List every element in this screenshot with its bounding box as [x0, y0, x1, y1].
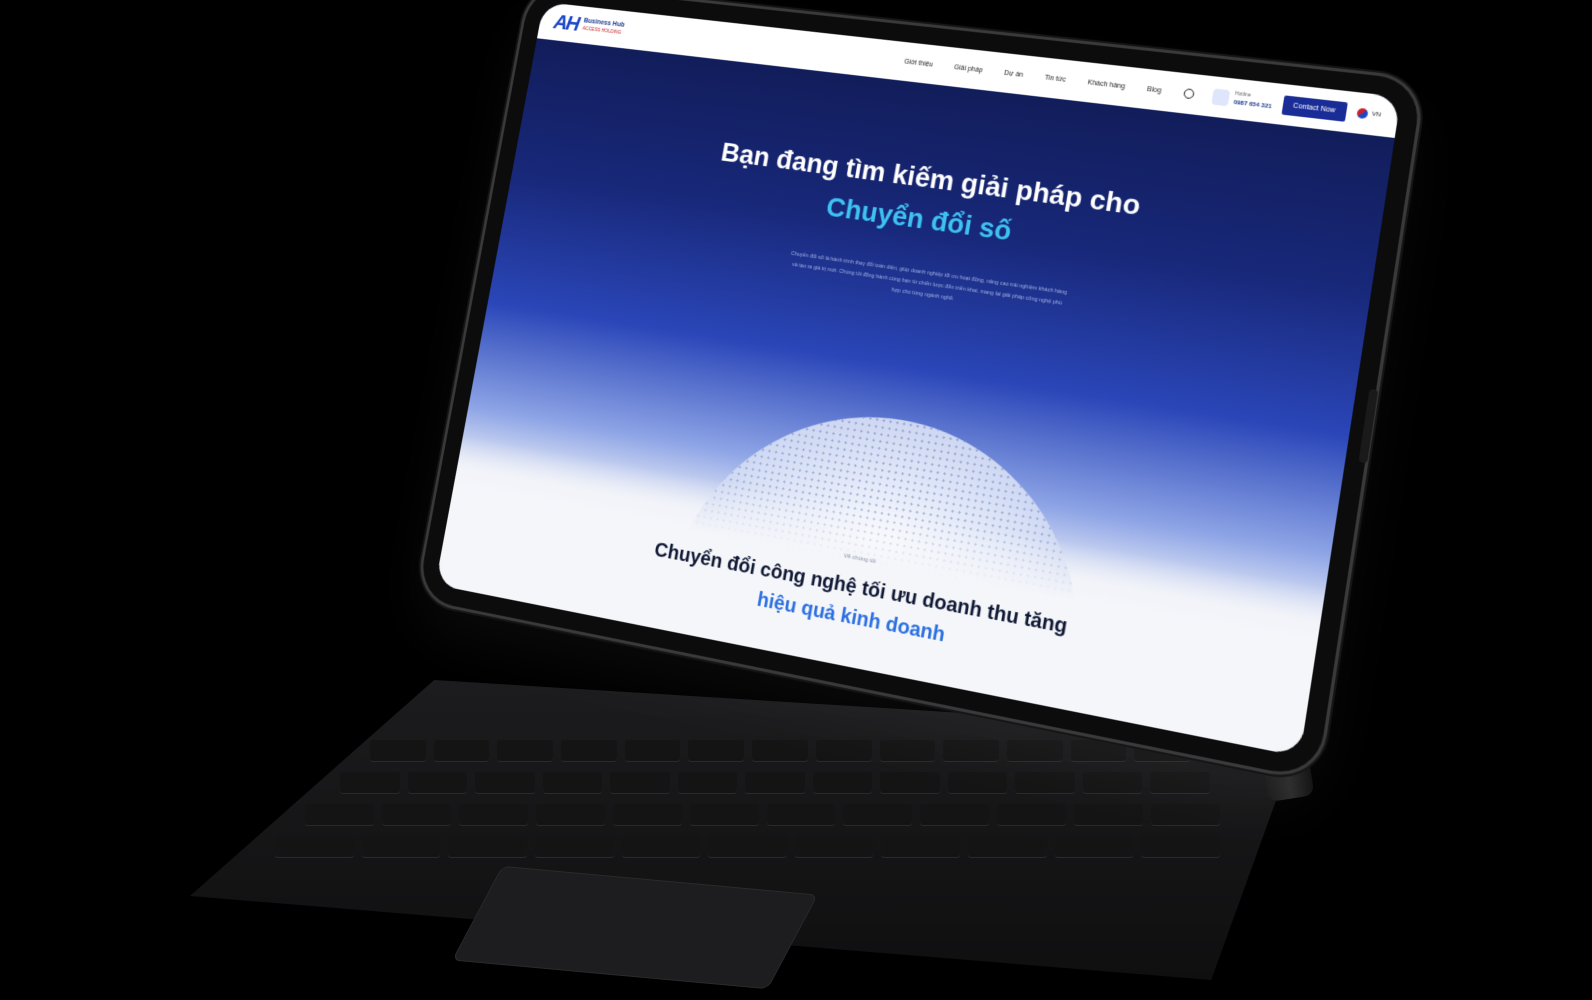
nav-item-blog[interactable]: Blog	[1147, 86, 1162, 95]
hotline-box[interactable]: Hotline 0987 654 321	[1211, 87, 1274, 112]
phone-icon	[1211, 88, 1231, 107]
tablet-screen: AH Business Hub ACCESS HOLDING Giới thiệ…	[435, 1, 1402, 757]
main-menu: Giới thiệu Giải pháp Dự án Tin tức Khách…	[903, 57, 1195, 100]
logo-mark: AH	[552, 9, 581, 36]
key-row	[275, 836, 1221, 858]
key-row	[340, 772, 1210, 794]
nav-item-projects[interactable]: Dự án	[1004, 69, 1024, 78]
camera-bar	[1358, 388, 1379, 463]
hero-description: Chuyển đổi số là hành trình thay đổi toà…	[790, 250, 1068, 307]
language-selector[interactable]: VN	[1371, 111, 1381, 118]
site-navbar: AH Business Hub ACCESS HOLDING Giới thiệ…	[537, 1, 1402, 138]
nav-item-solutions[interactable]: Giải pháp	[953, 64, 983, 74]
site-logo[interactable]: AH Business Hub ACCESS HOLDING	[552, 10, 626, 42]
tablet-device: AH Business Hub ACCESS HOLDING Giới thiệ…	[416, 0, 1424, 780]
nav-item-news[interactable]: Tin tức	[1044, 74, 1066, 83]
flag-icon[interactable]	[1355, 107, 1369, 120]
key-row	[370, 740, 1190, 762]
nav-item-about[interactable]: Giới thiệu	[904, 58, 934, 68]
key-row	[305, 804, 1221, 826]
logo-text: Business Hub ACCESS HOLDING	[582, 17, 626, 38]
contact-button[interactable]: Contact Now	[1281, 94, 1348, 122]
hotline-text: Hotline 0987 654 321	[1233, 90, 1274, 112]
search-icon[interactable]	[1182, 88, 1195, 100]
nav-item-clients[interactable]: Khách hàng	[1087, 79, 1125, 90]
